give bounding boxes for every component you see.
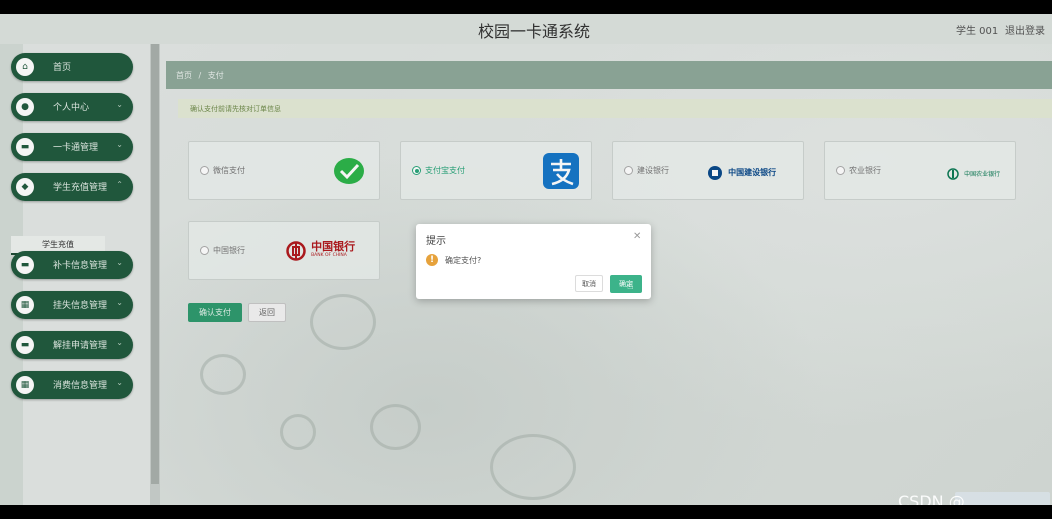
dialog-title: 提示 — [426, 236, 446, 247]
app-frame: 校园一卡通系统 学生 001 退出登录 ⌂ 首页 ● 个人中心 ⌄ ▬ 一卡通管… — [0, 14, 1052, 505]
warning-icon: ! — [426, 254, 438, 266]
dialog-message: 确定支付? — [445, 256, 482, 265]
close-icon[interactable]: ✕ — [633, 231, 641, 242]
dialog-ok-button[interactable]: 确定 — [610, 275, 642, 293]
watermark-overlay — [955, 492, 1050, 505]
hand-cursor-icon: ☝ — [627, 279, 634, 292]
dialog-cancel-button[interactable]: 取消 — [575, 275, 603, 292]
csdn-watermark: CSDN @ — [898, 492, 965, 505]
confirm-dialog: 提示 ✕ ! 确定支付? 取消 确定 ☝ — [416, 224, 651, 299]
